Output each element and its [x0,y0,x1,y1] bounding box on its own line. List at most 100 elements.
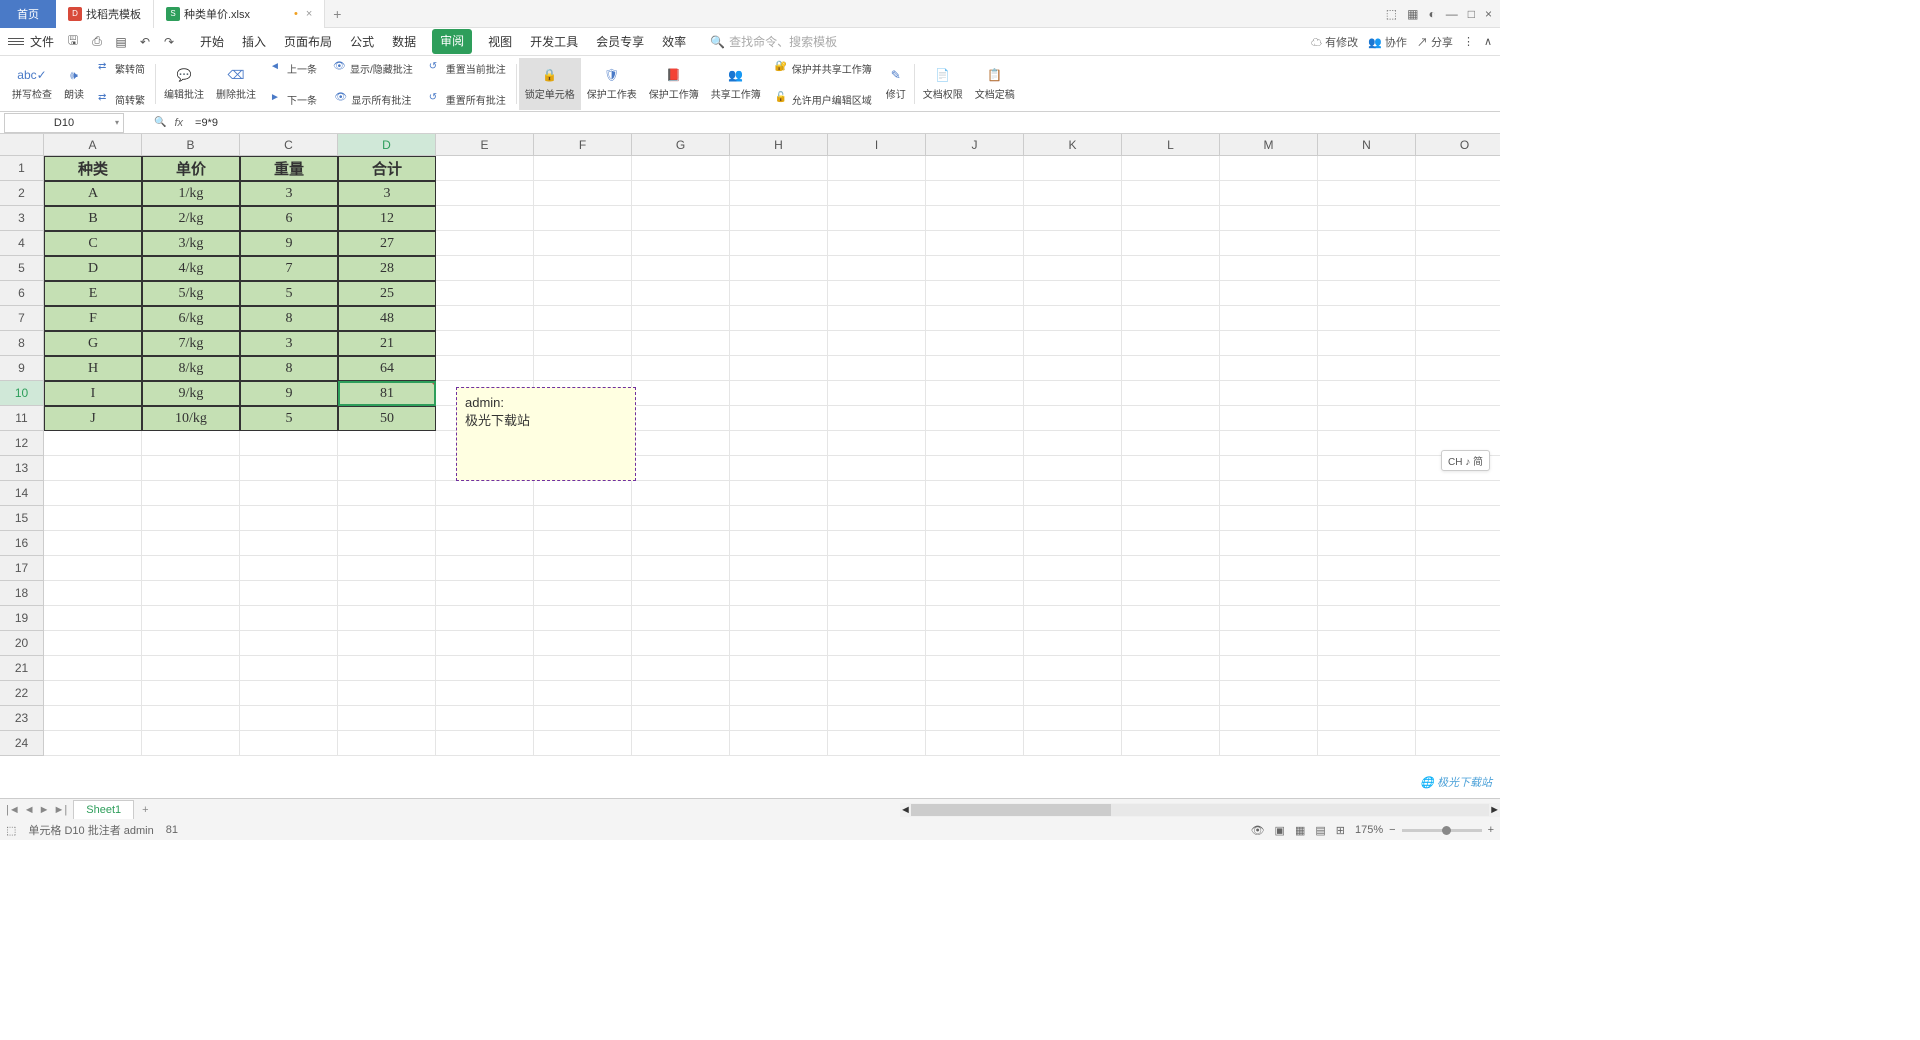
row-header[interactable]: 3 [0,206,44,231]
cell[interactable] [1122,381,1220,406]
cell[interactable] [828,156,926,181]
cell[interactable] [828,556,926,581]
cell[interactable] [828,731,926,756]
row-header[interactable]: 7 [0,306,44,331]
cell[interactable] [534,506,632,531]
cell[interactable] [1220,456,1318,481]
collab-button[interactable]: 👥 协作 [1368,34,1407,50]
cell[interactable] [436,681,534,706]
cell[interactable] [1318,231,1416,256]
cell[interactable] [142,531,240,556]
cell[interactable] [240,431,338,456]
cell[interactable] [436,581,534,606]
cell[interactable] [926,406,1024,431]
tab-docer[interactable]: D 找稻壳模板 [56,0,154,28]
edit-comment-button[interactable]: 💬 编辑批注 [158,58,210,110]
window-layout-icon[interactable]: ⬚ [1386,7,1397,21]
cell[interactable] [1318,606,1416,631]
table-cell[interactable]: 64 [338,356,436,381]
row-header[interactable]: 5 [0,256,44,281]
scroll-thumb[interactable] [911,804,1111,816]
cell[interactable] [1024,306,1122,331]
zoom-out-icon[interactable]: − [1389,824,1395,836]
cell[interactable] [44,531,142,556]
cell[interactable] [828,456,926,481]
minimize-icon[interactable]: — [1446,7,1458,21]
cell[interactable] [1220,506,1318,531]
table-cell[interactable]: 5 [240,281,338,306]
eye-mode-icon[interactable]: 👁 [1251,824,1265,837]
cell[interactable] [1416,231,1500,256]
cell[interactable] [632,506,730,531]
cell[interactable] [1220,406,1318,431]
cell[interactable] [338,681,436,706]
cell[interactable] [632,481,730,506]
col-header[interactable]: F [534,134,632,156]
table-cell[interactable]: 10/kg [142,406,240,431]
cell[interactable] [44,556,142,581]
close-window-icon[interactable]: × [1485,7,1492,21]
next-sheet-icon[interactable]: ► [39,804,50,816]
table-header-cell[interactable]: 种类 [44,156,142,181]
cell[interactable] [828,356,926,381]
cell[interactable] [142,581,240,606]
cell[interactable] [632,306,730,331]
cell[interactable] [436,331,534,356]
cell[interactable] [926,356,1024,381]
cell[interactable] [142,631,240,656]
share-workbook-button[interactable]: 👥 共享工作簿 [705,58,767,110]
cell[interactable] [1024,256,1122,281]
cell[interactable] [632,731,730,756]
cell[interactable] [828,706,926,731]
cell[interactable] [1416,481,1500,506]
cell[interactable] [1122,556,1220,581]
table-cell[interactable]: 48 [338,306,436,331]
cell[interactable] [1416,631,1500,656]
cell[interactable] [1024,356,1122,381]
cell[interactable] [1024,556,1122,581]
cell[interactable] [436,481,534,506]
cell[interactable] [240,456,338,481]
table-cell[interactable]: I [44,381,142,406]
tab-add[interactable]: + [325,6,349,22]
cell[interactable] [436,156,534,181]
redo-icon[interactable]: ↷ [160,33,178,51]
table-cell[interactable]: 6 [240,206,338,231]
cell[interactable] [142,431,240,456]
cell[interactable] [730,581,828,606]
cell[interactable] [926,281,1024,306]
cell[interactable] [534,231,632,256]
cell[interactable] [338,456,436,481]
cell[interactable] [534,481,632,506]
cell[interactable] [240,581,338,606]
cell[interactable] [436,531,534,556]
cell[interactable] [1318,181,1416,206]
table-cell[interactable]: 3/kg [142,231,240,256]
lock-cell-button[interactable]: 🔒 锁定单元格 [519,58,581,110]
cell[interactable] [1122,706,1220,731]
cell[interactable] [1122,531,1220,556]
cell[interactable] [338,706,436,731]
cell[interactable] [730,681,828,706]
cell[interactable] [1024,381,1122,406]
cell[interactable] [926,531,1024,556]
cell[interactable] [1122,681,1220,706]
cell[interactable] [1024,331,1122,356]
cell[interactable] [1220,631,1318,656]
cell[interactable] [926,731,1024,756]
tab-efficiency[interactable]: 效率 [660,29,688,54]
cell[interactable] [828,281,926,306]
cell[interactable] [632,456,730,481]
spreadsheet-grid[interactable]: ABCDEFGHIJKLMNO 123456789101112131415161… [0,134,1500,798]
cell[interactable] [142,706,240,731]
cell[interactable] [534,306,632,331]
cell[interactable] [1220,281,1318,306]
preview-icon[interactable]: ▤ [112,33,130,51]
cell[interactable] [632,681,730,706]
table-cell[interactable]: 12 [338,206,436,231]
table-cell[interactable]: 7/kg [142,331,240,356]
cell[interactable] [828,681,926,706]
zoom-slider[interactable] [1402,829,1482,832]
cell[interactable] [240,556,338,581]
table-cell[interactable]: F [44,306,142,331]
